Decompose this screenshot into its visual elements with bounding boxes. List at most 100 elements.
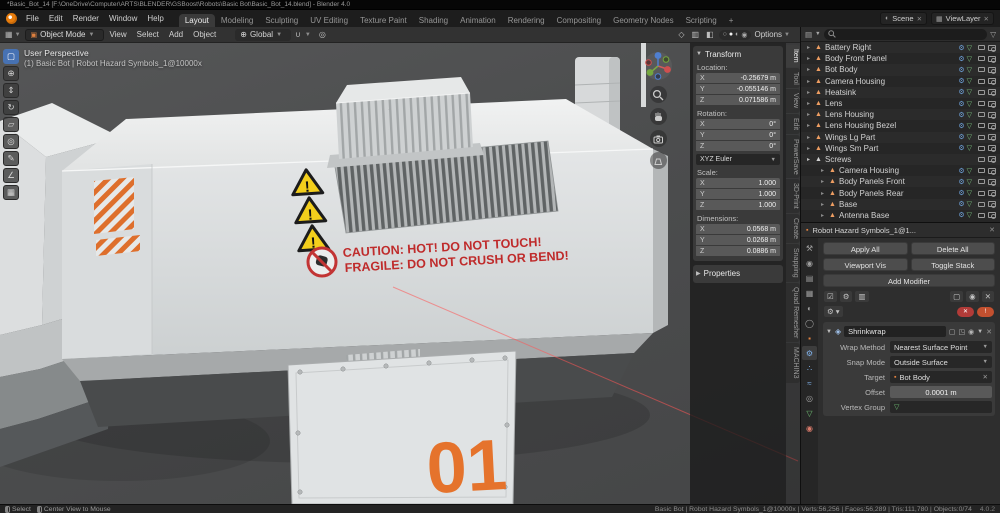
tool-button[interactable]: ⇕ [3,83,19,98]
properties-tab-icon[interactable] [802,331,817,345]
workspace-tab[interactable]: Texture Paint [354,14,413,27]
disable-in-render-icon[interactable] [988,178,996,186]
properties-tab-icon[interactable] [802,256,817,270]
object-name[interactable]: Body Panels Front [839,177,958,186]
properties-tab-icon[interactable] [802,376,817,390]
tool-button[interactable]: ◎ [3,134,19,149]
snap-mode-dropdown[interactable]: Outside Surface ▼ [890,356,992,368]
viewport-menu-item[interactable]: Object [188,30,221,39]
rendered-shading-icon[interactable]: ◉ [741,31,747,39]
outliner-search-box[interactable] [823,28,988,40]
disable-in-render-icon[interactable] [988,111,996,119]
target-object-field[interactable]: ▪ Bot Body ✕ [890,371,992,383]
outliner-row[interactable]: ▸ ▲ Battery Right ⚙ ▽ [801,42,1000,54]
disable-in-render-icon[interactable] [988,122,996,130]
outliner-row[interactable]: ▸ ▲ Wings Sm Part ⚙ ▽ [801,143,1000,154]
n-panel-tab[interactable]: View [786,89,800,113]
disclosure-arrow-icon[interactable]: ▸ [807,122,815,129]
unlink-scene-icon[interactable]: ✕ [917,15,922,23]
disclosure-arrow-icon[interactable]: ▸ [821,190,829,197]
disclosure-arrow-icon[interactable]: ▸ [807,134,815,141]
axis-gizmo[interactable] [643,51,673,81]
outliner-row[interactable]: ▸ ▲ Camera Housing ⚙ ▽ [801,76,1000,87]
tool-button[interactable]: ▱ [3,117,19,132]
workspace-tab[interactable]: Geometry Nodes [607,14,679,27]
hide-in-viewport-icon[interactable] [978,212,985,218]
object-name[interactable]: Bot Body [825,65,958,74]
hide-in-viewport-icon[interactable] [978,89,985,95]
render-display-icon[interactable]: ◉ [966,291,979,302]
viewport-display-icon[interactable]: ▢ [950,291,964,302]
hazard-stripes-decal[interactable] [94,177,134,234]
vertex-group-field[interactable]: ▽ [890,401,992,413]
properties-tab-icon[interactable] [802,241,817,255]
outliner-row[interactable]: ▸ ▲ Base ⚙ ▽ [801,198,1000,210]
clear-target-icon[interactable]: ✕ [983,373,988,381]
object-name[interactable]: Lens [825,99,958,108]
disclosure-arrow-icon[interactable]: ▸ [821,167,829,174]
transform-panel-header[interactable]: ▼ Transform [696,48,780,60]
overlays-toggle-icon[interactable]: ▥ [690,30,702,39]
disable-in-render-icon[interactable] [988,190,996,198]
outliner-row[interactable]: ▸ ▲ Bot Body ⚙ ▽ [801,64,1000,76]
dimensions-field[interactable]: Z 0.0886 m [696,246,780,256]
hide-in-viewport-icon[interactable] [978,145,985,151]
properties-subpanel-header[interactable]: ▶ Properties [696,267,780,279]
object-name[interactable]: Heatsink [825,88,958,97]
topbar-menu-item[interactable]: Help [142,11,168,26]
n-panel-tab[interactable]: 3D-Print [786,179,800,214]
object-name[interactable]: Base [839,200,958,209]
viewport-vis-button[interactable]: Viewport Vis [823,258,908,271]
object-name[interactable]: Lens Housing [825,110,958,119]
outliner-row[interactable]: ▸ ▲ Camera Housing ⚙ ▽ [801,165,1000,176]
object-name[interactable]: Lens Housing Bezel [825,121,958,130]
toggle-stack-button[interactable]: Toggle Stack [910,258,995,271]
object-name[interactable]: Wings Lg Part [825,133,958,142]
editor-type-icon[interactable]: ▦ [0,30,15,39]
tool-button[interactable]: ▦ [3,185,19,200]
properties-tab-icon[interactable] [802,361,817,375]
properties-tab-icon[interactable] [802,346,817,360]
object-name[interactable]: Screws [825,155,958,164]
camera-view-icon[interactable] [649,130,667,147]
disclosure-arrow-icon[interactable]: ▸ [821,212,829,219]
remove-icon[interactable]: ✕ [981,291,994,302]
topbar-menu-item[interactable]: Edit [44,11,68,26]
apply-all-button[interactable]: Apply All [823,242,908,255]
outliner-row[interactable]: ▸ ▲ Screws ⚙ ▽ [801,153,1000,166]
perspective-toggle-icon[interactable] [649,152,667,169]
disclosure-arrow-icon[interactable]: ▸ [821,201,829,208]
delete-all-button[interactable]: Delete All [910,242,995,255]
wireframe-shading-icon[interactable]: ○ [723,31,727,38]
outliner-row[interactable]: ▸ ▲ Antenna Base ⚙ ▽ [801,210,1000,221]
disclosure-arrow-icon[interactable]: ▸ [807,66,815,73]
n-panel-tab[interactable]: PowerSave [786,134,800,179]
disclosure-arrow-icon[interactable]: ▸ [807,156,815,163]
remove-viewlayer-icon[interactable]: ✕ [984,15,989,23]
scale-field[interactable]: X 1.000 [696,178,780,188]
outliner-row[interactable]: ▸ ▲ Body Panels Front ⚙ ▽ [801,176,1000,188]
extras-menu-icon[interactable]: ▼ [977,329,983,335]
workspace-tab[interactable]: Sculpting [259,14,304,27]
object-name[interactable]: Antenna Base [839,211,958,220]
disable-in-render-icon[interactable] [988,156,996,164]
disable-in-render-icon[interactable] [988,145,996,153]
render-toggle-icon[interactable]: ◉ [968,328,974,336]
hide-in-viewport-icon[interactable] [978,190,985,196]
modifier-menu-icon[interactable]: ⚙ ▾ [824,306,843,317]
disable-in-render-icon[interactable] [988,55,996,63]
hide-in-viewport-icon[interactable] [978,179,985,185]
robot-front-panel[interactable]: 01 [287,349,517,504]
workspace-tab[interactable]: UV Editing [304,14,354,27]
hide-in-viewport-icon[interactable] [978,201,985,207]
outliner-row[interactable]: ▸ ▲ Lens Housing ⚙ ▽ [801,109,1000,121]
tool-button[interactable]: ▢ [3,49,19,64]
hide-in-viewport-icon[interactable] [978,168,985,174]
blender-logo-icon[interactable] [6,13,17,24]
disable-in-render-icon[interactable] [988,78,996,86]
object-name[interactable]: Wings Sm Part [825,144,958,153]
rotation-mode-dropdown[interactable]: XYZ Euler ▼ [696,154,780,165]
zoom-icon[interactable] [649,86,667,103]
hide-in-viewport-icon[interactable] [978,45,985,51]
hide-in-viewport-icon[interactable] [978,123,985,129]
